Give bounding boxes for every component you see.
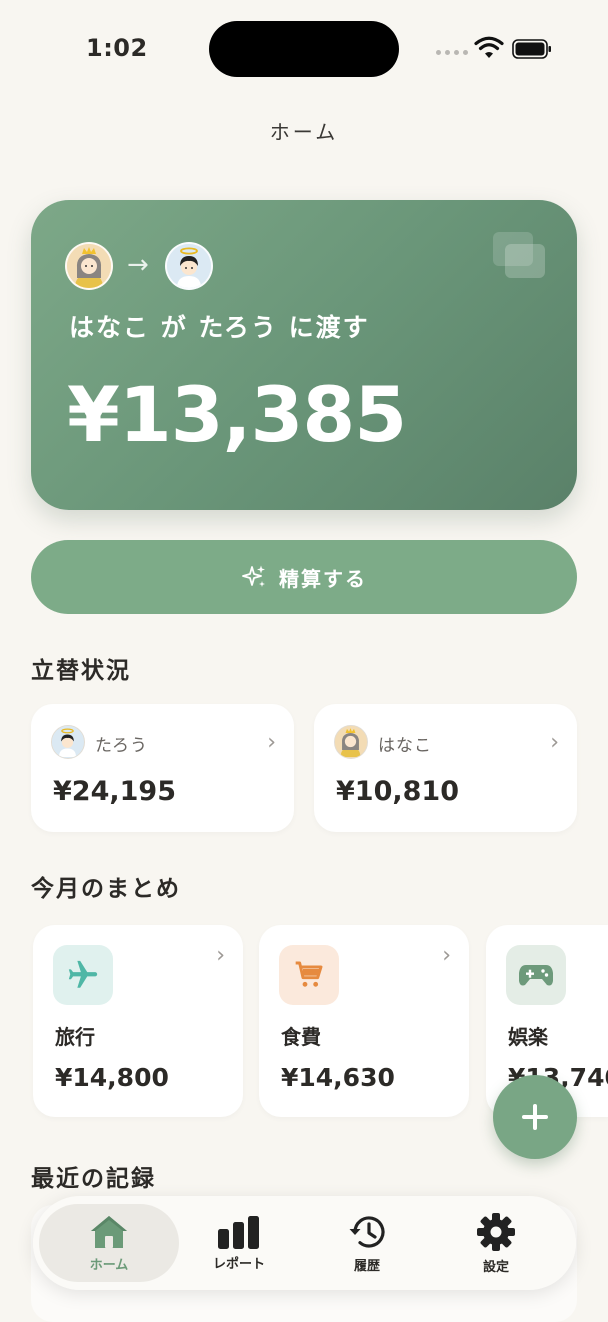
settle-button[interactable]: 精算する bbox=[31, 540, 577, 614]
tab-settings[interactable]: 設定 bbox=[426, 1204, 566, 1282]
chevron-right-icon: › bbox=[442, 943, 451, 968]
cellular-signal-icon bbox=[436, 50, 468, 55]
gamepad-icon bbox=[506, 945, 566, 1005]
history-icon bbox=[349, 1215, 385, 1248]
balance-name: たろう bbox=[95, 736, 148, 756]
summary-label: 旅行 bbox=[55, 1025, 95, 1049]
status-time: 1:02 bbox=[86, 34, 148, 62]
settlement-summary-card[interactable]: → はなこ が たろう に渡す ¥13,385 bbox=[31, 200, 577, 510]
summary-label: 食費 bbox=[281, 1025, 321, 1049]
summary-amount: ¥14,630 bbox=[281, 1063, 395, 1092]
chevron-right-icon: › bbox=[550, 730, 559, 755]
dynamic-island bbox=[209, 21, 399, 77]
chevron-right-icon: › bbox=[216, 943, 225, 968]
settlement-direction: はなこ が たろう に渡す bbox=[69, 313, 370, 342]
crowned-girl-avatar bbox=[334, 725, 368, 759]
tab-label: 履歴 bbox=[353, 1258, 380, 1274]
tab-label: 設定 bbox=[482, 1259, 509, 1275]
wallet-icon bbox=[493, 232, 545, 278]
page-title: ホーム bbox=[269, 120, 339, 144]
summary-label: 娯楽 bbox=[508, 1025, 548, 1049]
angel-boy-avatar bbox=[51, 725, 85, 759]
plus-icon bbox=[522, 1104, 548, 1130]
settlement-amount: ¥13,385 bbox=[67, 370, 407, 459]
house-icon bbox=[91, 1215, 127, 1248]
settle-button-label: 精算する bbox=[279, 566, 367, 591]
balance-section-title: 立替状況 bbox=[31, 658, 131, 684]
summary-amount: ¥14,800 bbox=[55, 1063, 169, 1092]
tab-report[interactable]: レポート bbox=[169, 1204, 309, 1282]
receiver-avatar bbox=[165, 242, 213, 290]
summary-card-food[interactable]: › 食費 ¥14,630 bbox=[259, 925, 469, 1117]
add-record-button[interactable] bbox=[493, 1075, 577, 1159]
bar-chart-icon bbox=[218, 1215, 259, 1249]
battery-icon bbox=[512, 39, 551, 59]
gear-icon bbox=[477, 1212, 515, 1251]
tab-history[interactable]: 履歴 bbox=[297, 1204, 437, 1282]
payer-avatar bbox=[65, 242, 113, 290]
arrow-right-icon: → bbox=[127, 250, 149, 280]
balance-name: はなこ bbox=[378, 736, 432, 756]
balance-amount: ¥24,195 bbox=[53, 776, 176, 807]
tab-home[interactable]: ホーム bbox=[39, 1204, 179, 1282]
balance-amount: ¥10,810 bbox=[336, 776, 459, 807]
sparkles-icon bbox=[242, 565, 265, 587]
summary-section-title: 今月のまとめ bbox=[31, 876, 181, 902]
tab-label: ホーム bbox=[89, 1257, 129, 1273]
recent-section-title: 最近の記録 bbox=[31, 1166, 156, 1192]
summary-card-travel[interactable]: › 旅行 ¥14,800 bbox=[33, 925, 243, 1117]
airplane-icon bbox=[53, 945, 113, 1005]
balance-card-hanako[interactable]: はなこ › ¥10,810 bbox=[314, 704, 577, 832]
wifi-icon bbox=[474, 36, 504, 58]
tab-label: レポート bbox=[212, 1256, 265, 1272]
balance-card-taro[interactable]: たろう › ¥24,195 bbox=[31, 704, 294, 832]
tab-bar: ホーム レポート 履歴 設定 bbox=[33, 1196, 576, 1290]
cart-icon bbox=[279, 945, 339, 1005]
chevron-right-icon: › bbox=[267, 730, 276, 755]
